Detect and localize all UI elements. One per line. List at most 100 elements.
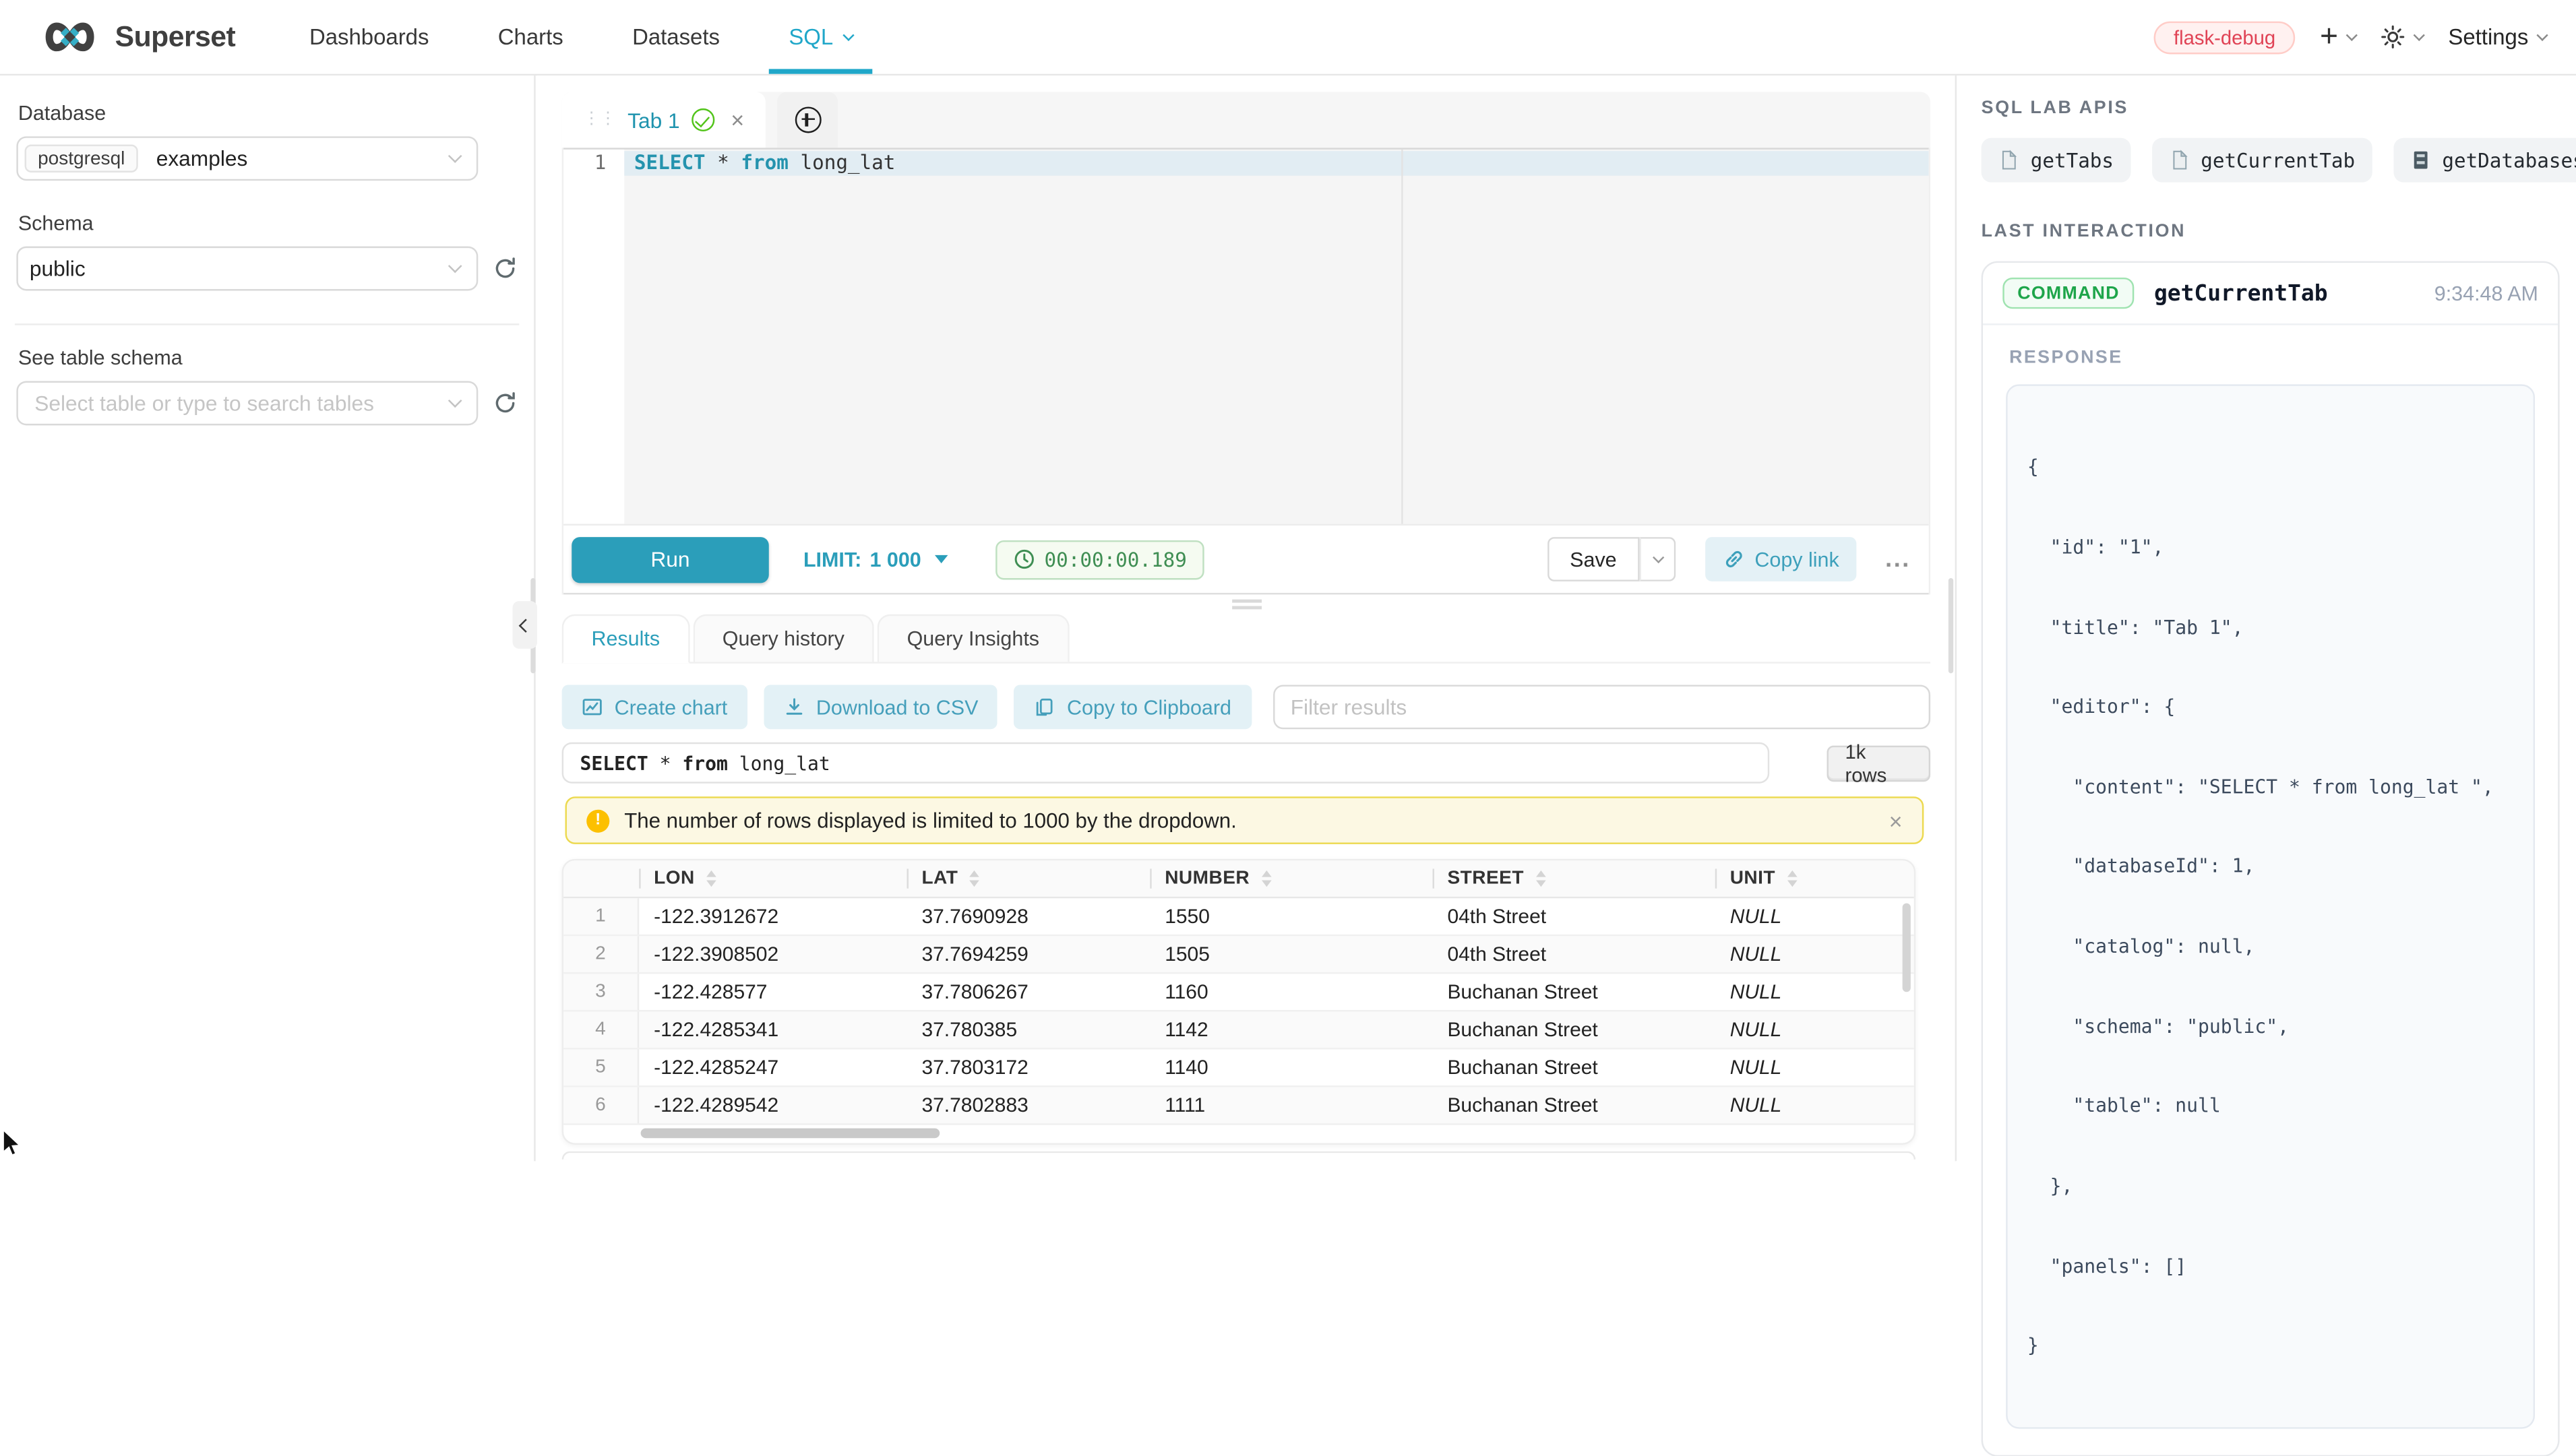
command-body: RESPONSE { "id": "1", "title": "Tab 1", … [1983, 325, 2558, 1455]
save-split-button: Save [1547, 537, 1676, 581]
create-chart-button[interactable]: Create chart [562, 685, 747, 729]
page-icon [2168, 150, 2189, 171]
page-icon [1998, 150, 2019, 171]
saved-check-icon [692, 108, 714, 131]
cell-street: 04th Street [1433, 936, 1715, 972]
nav-charts[interactable]: Charts [464, 0, 598, 74]
cell-lon: -122.4285341 [639, 1012, 907, 1048]
settings-menu[interactable]: Settings [2448, 25, 2546, 50]
chevron-down-icon [1652, 551, 1663, 563]
get-current-tab-button[interactable]: getCurrentTab [2151, 138, 2371, 183]
mouse-cursor [1, 1129, 23, 1164]
navbar: Superset Dashboards Charts Datasets SQL … [0, 0, 2576, 75]
column-header-lat[interactable]: LAT [907, 860, 1151, 897]
editor-gutter [563, 150, 624, 524]
drag-handle-icon[interactable]: ⋮⋮ [583, 112, 616, 128]
row-count-badge: 1k rows [1827, 745, 1930, 781]
table-row[interactable]: 6 -122.4289542 37.7802883 1111 Buchanan … [563, 1087, 1914, 1125]
sort-icon[interactable] [1787, 871, 1797, 886]
sort-icon[interactable] [706, 871, 716, 886]
get-tabs-button[interactable]: getTabs [1982, 138, 2130, 183]
copy-link-button[interactable]: Copy link [1705, 537, 1857, 581]
sun-icon [2381, 25, 2405, 50]
warning-icon: ! [586, 809, 609, 831]
row-number: 4 [563, 1012, 639, 1048]
editor-toolbar: Run LIMIT:1 000 00:00:00.189 [563, 524, 1929, 595]
last-interaction-card: COMMAND getCurrentTab 9:34:48 AM RESPONS… [1982, 261, 2560, 1456]
tab-tab1[interactable]: ⋮⋮ Tab 1 × [562, 92, 766, 148]
sql-lab-sidebar: Database postgresql examples Schema publ… [0, 75, 536, 1160]
cell-street: Buchanan Street [1433, 1050, 1715, 1086]
chevron-down-icon [448, 149, 462, 163]
collapse-left-panel-button[interactable] [513, 601, 538, 649]
theme-toggle-button[interactable] [2381, 25, 2423, 50]
copy-clipboard-button[interactable]: Copy to Clipboard [1014, 685, 1251, 729]
more-options-button[interactable]: ... [1885, 551, 1911, 567]
table-row[interactable]: 3 -122.428577 37.7806267 1160 Buchanan S… [563, 974, 1914, 1011]
sql-lab-api-panel: SQL LAB APIS getTabs getCurrentTab getDa… [1955, 75, 2576, 1160]
close-tab-icon[interactable]: × [731, 108, 744, 131]
download-csv-button[interactable]: Download to CSV [764, 685, 998, 729]
table-row[interactable]: 4 -122.4285341 37.780385 1142 Buchanan S… [563, 1012, 1914, 1050]
results-table: LON LAT NUMBER STREET UNIT 1 -122.391267… [562, 859, 1916, 1145]
pane-splitter[interactable] [562, 594, 1930, 614]
table-row[interactable]: 5 -122.4285247 37.7803172 1140 Buchanan … [563, 1050, 1914, 1087]
nav-datasets[interactable]: Datasets [598, 0, 754, 74]
sort-icon[interactable] [1535, 871, 1545, 886]
schema-select[interactable]: public [16, 247, 478, 291]
print-margin-ruler [1401, 150, 1403, 524]
table-row[interactable]: 2 -122.3908502 37.7694259 1505 04th Stre… [563, 936, 1914, 974]
chevron-left-icon [518, 618, 532, 632]
table-row[interactable]: 1 -122.3912672 37.7690928 1550 04th Stre… [563, 898, 1914, 936]
close-warning-icon[interactable]: × [1889, 809, 1903, 831]
database-select[interactable]: postgresql examples [16, 136, 478, 181]
column-header-street[interactable]: STREET [1433, 860, 1715, 897]
main-nav: Dashboards Charts Datasets SQL [275, 0, 888, 74]
command-badge: COMMAND [2002, 278, 2134, 309]
row-number: 2 [563, 936, 639, 972]
results-tabbar: Results Query history Query Insights [562, 614, 1930, 664]
tab-query-insights[interactable]: Query Insights [878, 614, 1069, 662]
right-pane-resizer[interactable] [1949, 578, 1953, 673]
save-button[interactable]: Save [1547, 537, 1640, 581]
link-icon [1723, 548, 1745, 570]
sort-icon[interactable] [969, 871, 979, 886]
horizontal-scrollbar[interactable] [563, 1125, 1914, 1143]
cell-number: 1111 [1150, 1087, 1432, 1124]
tab-results[interactable]: Results [562, 614, 689, 664]
run-button[interactable]: Run [572, 536, 769, 582]
column-header-lon[interactable]: LON [639, 860, 907, 897]
column-header-unit[interactable]: UNIT [1715, 860, 1914, 897]
new-tab-button[interactable] [777, 92, 838, 148]
scrollbar-thumb[interactable] [641, 1129, 940, 1139]
nav-dashboards[interactable]: Dashboards [275, 0, 464, 74]
cell-unit: NULL [1715, 1050, 1914, 1086]
superset-logo[interactable]: Superset [40, 20, 236, 54]
table-select-placeholder: Select table or type to search tables [25, 391, 374, 416]
save-options-button[interactable] [1640, 537, 1676, 581]
refresh-tables-icon[interactable] [493, 391, 518, 416]
column-header-number[interactable]: NUMBER [1150, 860, 1432, 897]
brand-name: Superset [115, 20, 236, 54]
refresh-schemas-icon[interactable] [493, 256, 518, 281]
filter-results-input[interactable] [1272, 685, 1930, 729]
row-number: 5 [563, 1050, 639, 1086]
sql-code-editor[interactable]: 1 SELECT * from long_lat [563, 148, 1929, 524]
nav-sql[interactable]: SQL [754, 0, 887, 74]
sort-icon[interactable] [1261, 871, 1271, 886]
chevron-down-icon [2536, 29, 2548, 40]
vertical-scrollbar-thumb[interactable] [1903, 904, 1911, 992]
query-preview-row: SELECT * from long_lat 1k rows [562, 742, 1930, 784]
row-limit-warning: ! The number of rows displayed is limite… [565, 796, 1924, 844]
tab-query-history[interactable]: Query history [693, 614, 874, 662]
table-select[interactable]: Select table or type to search tables [16, 381, 478, 426]
limit-dropdown[interactable]: LIMIT:1 000 [803, 548, 948, 571]
cell-lon: -122.428577 [639, 974, 907, 1010]
cell-lat: 37.7690928 [907, 898, 1151, 935]
new-item-button[interactable]: + [2320, 26, 2356, 49]
get-databases-button[interactable]: getDatabases [2393, 138, 2576, 183]
cell-number: 1550 [1150, 898, 1432, 935]
chevron-down-icon [448, 259, 462, 274]
results-actions: Create chart Download to CSV [562, 685, 1930, 729]
last-interaction-title: LAST INTERACTION [1982, 222, 2560, 241]
